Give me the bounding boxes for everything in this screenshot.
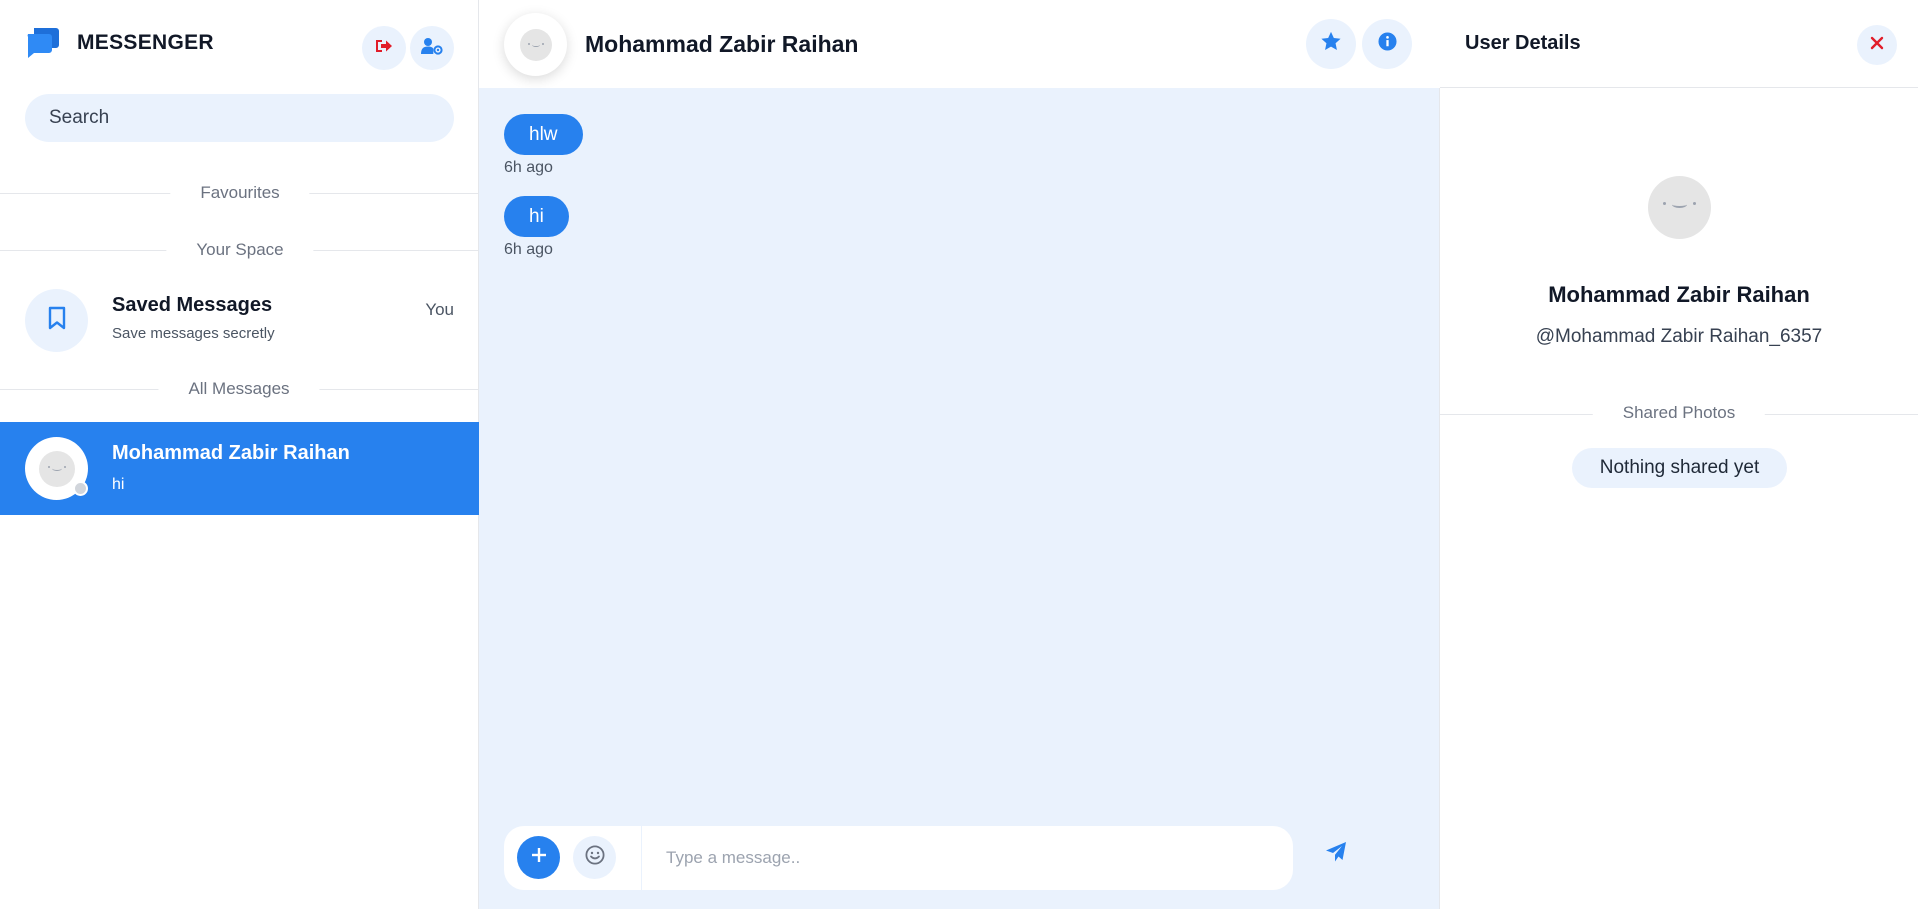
message-composer: [504, 826, 1293, 890]
saved-tag: You: [425, 300, 454, 319]
details-avatar: [1648, 176, 1711, 239]
plus-icon: [531, 847, 547, 868]
shared-empty-chip: Nothing shared yet: [1572, 448, 1787, 488]
chat-avatar[interactable]: [504, 13, 567, 76]
saved-avatar: [25, 289, 88, 352]
section-all-messages: All Messages: [158, 379, 320, 399]
contact-name: Mohammad Zabir Raihan: [112, 442, 350, 464]
message-input[interactable]: [666, 840, 1186, 876]
info-icon: [1377, 32, 1397, 56]
attach-button[interactable]: [517, 836, 560, 879]
user-settings-button[interactable]: [410, 26, 454, 70]
details-user-name: Mohammad Zabir Raihan: [1548, 282, 1810, 307]
chat-bubbles-icon: [25, 27, 59, 59]
user-details-panel: User Details Mohammad Zabir Raihan @Moha…: [1440, 0, 1918, 909]
details-title: User Details: [1465, 32, 1581, 54]
saved-subtitle: Save messages secretly: [112, 325, 275, 342]
star-icon: [1320, 31, 1342, 57]
chat-panel: Mohammad Zabir Raihan hlw 6h ago hi 6h a…: [479, 0, 1440, 909]
smile-icon: [584, 845, 605, 870]
close-details-button[interactable]: [1857, 25, 1897, 65]
sign-out-icon: [375, 38, 393, 59]
message-bubble: hi: [504, 196, 569, 237]
contact-list-item[interactable]: Mohammad Zabir Raihan hi: [0, 422, 479, 515]
logout-button[interactable]: [362, 26, 406, 70]
brand: MESSENGER: [25, 27, 214, 59]
message-bubble: hlw: [504, 114, 583, 155]
search-input[interactable]: [25, 94, 454, 142]
saved-messages-item[interactable]: Saved Messages Save messages secretly Yo…: [0, 286, 479, 354]
message-time: 6h ago: [504, 241, 553, 258]
user-gear-icon: [421, 37, 443, 60]
section-favourites: Favourites: [170, 183, 310, 203]
message-time: 6h ago: [504, 159, 553, 176]
chat-contact-name: Mohammad Zabir Raihan: [585, 31, 859, 57]
contact-last-message: hi: [112, 476, 125, 493]
emoji-button[interactable]: [573, 836, 616, 879]
details-header: User Details: [1440, 0, 1918, 88]
section-your-space: Your Space: [166, 240, 314, 260]
saved-title: Saved Messages: [112, 294, 273, 316]
paper-plane-icon: [1325, 841, 1347, 868]
info-button[interactable]: [1362, 19, 1412, 69]
app-title: MESSENGER: [77, 31, 214, 54]
status-dot: [73, 481, 88, 496]
composer-separator: [641, 826, 642, 890]
sidebar: MESSENGER Favourites: [0, 0, 479, 909]
messenger-app: MESSENGER Favourites: [0, 0, 1918, 909]
close-icon: [1870, 36, 1884, 55]
send-button[interactable]: [1312, 830, 1360, 878]
bookmark-icon: [48, 306, 66, 335]
details-user-handle: @Mohammad Zabir Raihan_6357: [1535, 326, 1823, 347]
favorite-button[interactable]: [1306, 19, 1356, 69]
message: hlw 6h ago: [504, 114, 583, 177]
shared-photos-label: Shared Photos: [1592, 403, 1766, 423]
chat-header: Mohammad Zabir Raihan: [479, 0, 1440, 88]
message: hi 6h ago: [504, 196, 569, 259]
